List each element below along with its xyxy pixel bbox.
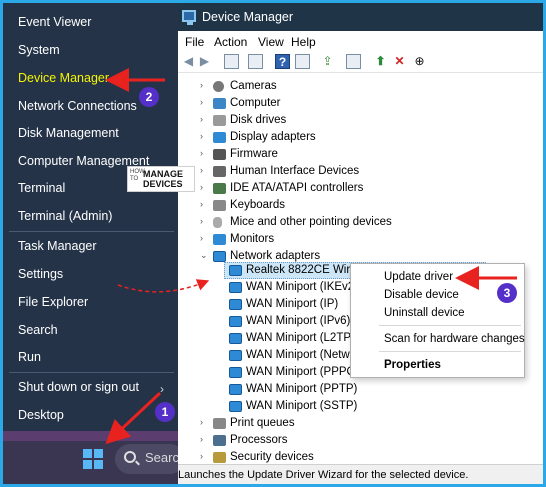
- device-manager-window: Device Manager File Action View Help ◀ ▶…: [178, 3, 543, 484]
- menu-separator: [9, 231, 174, 232]
- network-adapter-icon: [229, 282, 242, 293]
- expand-icon[interactable]: ›: [200, 165, 210, 175]
- context-item-properties[interactable]: Properties: [384, 359, 441, 371]
- search-icon: [124, 451, 136, 463]
- menu-item-event-viewer[interactable]: Event Viewer: [18, 15, 91, 29]
- menu-item-terminal[interactable]: Terminal: [18, 181, 65, 195]
- menu-item-file-explorer[interactable]: File Explorer: [18, 295, 88, 309]
- help-icon[interactable]: ?: [275, 54, 290, 69]
- computer-icon: [213, 98, 226, 109]
- processor-icon: [213, 435, 226, 446]
- title-bar[interactable]: Device Manager: [178, 3, 543, 31]
- disable-device-icon[interactable]: ⊕: [412, 54, 427, 69]
- menu-item-system[interactable]: System: [18, 43, 60, 57]
- firmware-icon: [213, 149, 226, 160]
- expand-icon[interactable]: ›: [200, 148, 210, 158]
- context-menu: Update driver Disable device Uninstall d…: [350, 263, 525, 378]
- menu-bar: File Action View Help: [178, 31, 543, 51]
- menu-item-task-manager[interactable]: Task Manager: [18, 239, 97, 253]
- expand-icon[interactable]: ›: [200, 417, 210, 427]
- wallpaper-strip: [3, 431, 178, 441]
- network-adapter-icon: [229, 299, 242, 310]
- expand-icon[interactable]: ›: [200, 233, 210, 243]
- ide-controller-icon: [213, 183, 226, 194]
- hid-icon: [213, 166, 226, 177]
- keyboard-icon: [213, 200, 226, 211]
- menu-item-search[interactable]: Search: [18, 323, 58, 337]
- watermark-small: HOW TO: [130, 169, 145, 182]
- menu-item-shut-down[interactable]: Shut down or sign out: [18, 380, 139, 394]
- show-hide-tree-icon[interactable]: [224, 54, 239, 69]
- context-item-disable-device[interactable]: Disable device: [384, 289, 459, 301]
- watermark-line1: MANAGE: [143, 169, 183, 179]
- enable-device-icon[interactable]: ⬆: [373, 54, 388, 69]
- network-adapter-icon: [229, 401, 242, 412]
- network-adapter-icon: [229, 265, 242, 276]
- expand-icon[interactable]: ›: [200, 80, 210, 90]
- back-icon[interactable]: ◀: [181, 54, 196, 69]
- expand-icon[interactable]: ›: [200, 182, 210, 192]
- forward-icon[interactable]: ▶: [197, 54, 212, 69]
- menu-item-disk-management[interactable]: Disk Management: [18, 126, 119, 140]
- winx-menu: Event Viewer System Device Manager Netwo…: [3, 3, 178, 431]
- view-icon[interactable]: [295, 54, 310, 69]
- step-badge-3: 3: [497, 283, 517, 303]
- device-manager-icon: [182, 10, 196, 25]
- network-adapter-icon: [229, 367, 242, 378]
- expand-icon[interactable]: ›: [200, 97, 210, 107]
- menu-item-desktop[interactable]: Desktop: [18, 408, 64, 422]
- update-driver-icon[interactable]: ⇪: [320, 54, 335, 69]
- menu-action[interactable]: Action: [214, 35, 247, 49]
- display-adapter-icon: [213, 132, 226, 143]
- network-adapter-icon: [213, 251, 226, 262]
- collapse-icon[interactable]: ⌄: [200, 250, 210, 261]
- printer-icon: [213, 418, 226, 429]
- toolbar: ◀ ▶ ? ⇪ ⬆ ✕ ⊕: [178, 51, 543, 73]
- menu-item-device-manager[interactable]: Device Manager: [18, 71, 109, 85]
- taskbar: Search: [3, 431, 186, 484]
- disk-icon: [213, 115, 226, 126]
- menu-file[interactable]: File: [185, 35, 204, 49]
- watermark-line2: DEVICES: [143, 179, 183, 189]
- context-separator: [379, 325, 521, 326]
- status-text: Launches the Update Driver Wizard for th…: [178, 469, 469, 481]
- menu-item-terminal-admin[interactable]: Terminal (Admin): [18, 209, 112, 223]
- watermark-logo: HOW TO MANAGE DEVICES: [127, 166, 195, 192]
- expand-icon[interactable]: ›: [200, 216, 210, 226]
- status-bar: Launches the Update Driver Wizard for th…: [178, 464, 543, 484]
- context-item-update-driver[interactable]: Update driver: [384, 271, 453, 283]
- network-adapter-icon: [229, 350, 242, 361]
- monitor-icon: [213, 234, 226, 245]
- network-adapter-icon: [229, 316, 242, 327]
- context-item-scan-hardware[interactable]: Scan for hardware changes: [384, 333, 525, 345]
- uninstall-x-icon[interactable]: ✕: [392, 54, 407, 69]
- taskbar-search[interactable]: Search: [115, 444, 186, 474]
- expand-icon[interactable]: ›: [200, 131, 210, 141]
- menu-help[interactable]: Help: [291, 35, 316, 49]
- start-button[interactable]: [83, 449, 103, 469]
- network-adapter-icon: [229, 333, 242, 344]
- expand-icon[interactable]: ›: [200, 434, 210, 444]
- step-badge-2: 2: [139, 87, 159, 107]
- menu-item-settings[interactable]: Settings: [18, 267, 63, 281]
- menu-item-network-connections[interactable]: Network Connections: [18, 99, 137, 113]
- chevron-right-icon: ›: [160, 382, 164, 396]
- context-item-uninstall-device[interactable]: Uninstall device: [384, 307, 465, 319]
- expand-icon[interactable]: ›: [200, 199, 210, 209]
- menu-view[interactable]: View: [258, 35, 284, 49]
- properties-icon[interactable]: [248, 54, 263, 69]
- expand-icon[interactable]: ›: [200, 451, 210, 461]
- window-title: Device Manager: [202, 10, 294, 24]
- security-device-icon: [213, 452, 226, 463]
- step-badge-1: 1: [155, 402, 175, 422]
- menu-item-run[interactable]: Run: [18, 350, 41, 364]
- context-separator: [379, 351, 521, 352]
- monitor-icon[interactable]: [346, 54, 361, 69]
- expand-icon[interactable]: ›: [200, 114, 210, 124]
- camera-icon: [213, 81, 224, 92]
- network-adapter-icon: [229, 384, 242, 395]
- mouse-icon: [213, 217, 222, 228]
- windows-logo-icon: [83, 449, 92, 458]
- menu-separator: [9, 372, 174, 373]
